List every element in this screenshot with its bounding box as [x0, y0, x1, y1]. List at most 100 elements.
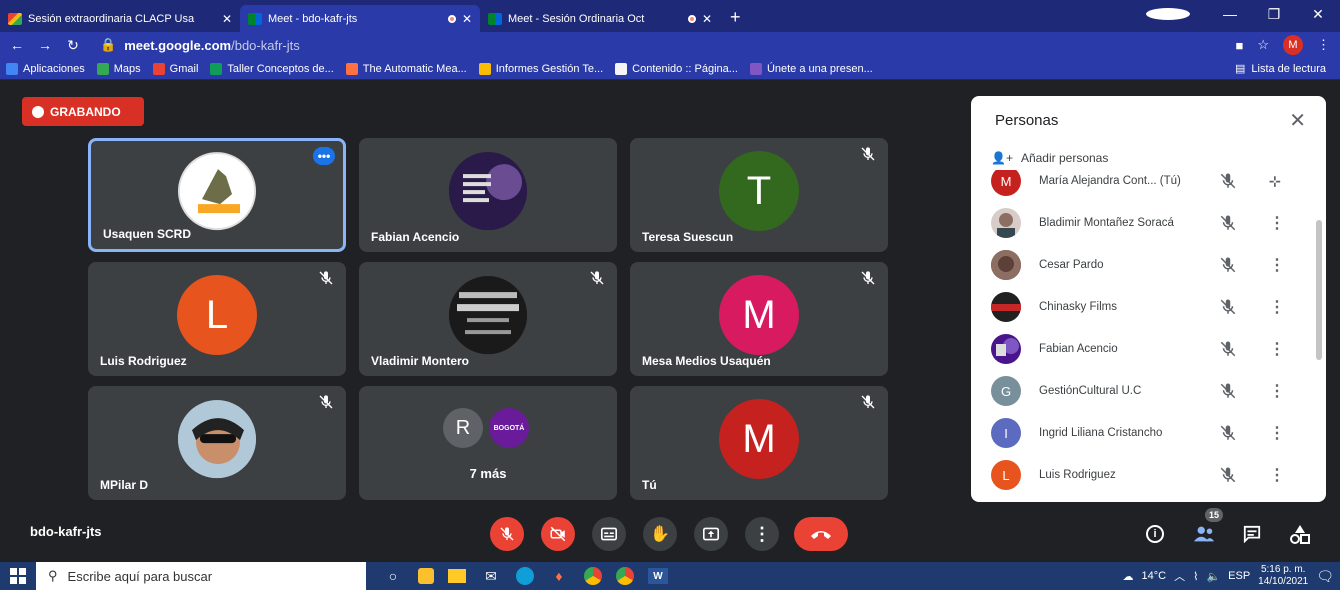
- pin-icon[interactable]: ⊹: [1269, 173, 1281, 190]
- self-video-tile[interactable]: M Tú: [630, 386, 888, 500]
- list-item[interactable]: Bladimir Montañez Soracá ⋮: [971, 202, 1311, 244]
- tab-clacp[interactable]: Sesión extraordinaria CLACP Usa ✕: [0, 5, 240, 32]
- reading-list-button[interactable]: ▤ Lista de lectura: [1235, 62, 1326, 76]
- participant-name: MPilar D: [100, 478, 149, 492]
- forward-icon[interactable]: →: [34, 37, 56, 53]
- weather-icon[interactable]: ☁: [1122, 570, 1133, 583]
- drive-icon: [478, 62, 491, 75]
- list-item[interactable]: Fabian Acencio ⋮: [971, 328, 1311, 370]
- edge-icon[interactable]: [516, 567, 534, 585]
- more-options-icon[interactable]: ⋮: [1269, 339, 1285, 359]
- chrome-icon[interactable]: [584, 567, 602, 585]
- profile-icon[interactable]: [1146, 8, 1190, 20]
- store-icon[interactable]: [418, 568, 434, 584]
- bookmark-informes[interactable]: Informes Gestión Te...: [478, 62, 603, 75]
- chat-button[interactable]: [1238, 520, 1266, 548]
- participant-name: Vladimir Montero: [371, 354, 470, 368]
- more-options-button[interactable]: ⋮: [745, 517, 779, 551]
- list-item[interactable]: Cesar Pardo ⋮: [971, 244, 1311, 286]
- close-window-button[interactable]: ✕: [1296, 6, 1340, 23]
- video-tile[interactable]: ••• Usaquen SCRD: [88, 138, 346, 252]
- bookmark-contenido[interactable]: Contenido :: Página...: [615, 62, 738, 75]
- mic-toggle-button[interactable]: [490, 517, 524, 551]
- tab-meet-bdo[interactable]: Meet - bdo-kafr-jts ✕: [240, 5, 480, 32]
- link-icon: [345, 62, 358, 75]
- present-button[interactable]: [694, 517, 728, 551]
- video-tile[interactable]: Vladimir Montero: [359, 262, 617, 376]
- star-icon[interactable]: ☆: [1257, 37, 1269, 53]
- video-tile[interactable]: Fabian Acencio: [359, 138, 617, 252]
- reload-icon[interactable]: ↻: [62, 37, 84, 54]
- bookmark-automatic[interactable]: The Automatic Mea...: [345, 62, 467, 75]
- taskbar-search[interactable]: ⚲ Escribe aquí para buscar: [36, 562, 366, 590]
- url-field[interactable]: 🔒 meet.google.com/bdo-kafr-jts: [100, 37, 300, 53]
- notifications-icon[interactable]: 🗨: [1316, 568, 1334, 585]
- app-icon[interactable]: ♦: [548, 565, 570, 587]
- camera-icon[interactable]: ■: [1235, 38, 1243, 53]
- volume-icon[interactable]: 🔈: [1206, 570, 1220, 583]
- more-options-icon[interactable]: ⋮: [1269, 213, 1285, 233]
- video-tile[interactable]: L Luis Rodriguez: [88, 262, 346, 376]
- word-icon[interactable]: W: [648, 568, 668, 584]
- scrollbar[interactable]: [1316, 220, 1322, 360]
- network-icon[interactable]: ⌇: [1193, 570, 1198, 583]
- raise-hand-button[interactable]: ✋: [643, 517, 677, 551]
- more-options-icon[interactable]: ⋮: [1269, 297, 1285, 317]
- mail-icon[interactable]: ✉: [480, 565, 502, 587]
- clock[interactable]: 5:16 p. m. 14/10/2021: [1258, 564, 1308, 588]
- list-item[interactable]: Chinasky Films ⋮: [971, 286, 1311, 328]
- chevron-up-icon[interactable]: ︿: [1174, 568, 1185, 584]
- tab-meet-ordinaria[interactable]: Meet - Sesión Ordinaria Oct ✕: [480, 5, 720, 32]
- camera-toggle-button[interactable]: [541, 517, 575, 551]
- bookmark-unete[interactable]: Únete a una presen...: [749, 62, 873, 75]
- hand-icon: ✋: [650, 526, 670, 543]
- captions-button[interactable]: [592, 517, 626, 551]
- close-icon[interactable]: ✕: [462, 12, 472, 26]
- video-tile[interactable]: MPilar D: [88, 386, 346, 500]
- list-item[interactable]: M María Alejandra Cont... (Tú) ⊹: [971, 170, 1311, 202]
- restore-button[interactable]: ❐: [1252, 6, 1296, 23]
- more-options-icon[interactable]: ⋮: [1269, 255, 1285, 275]
- bookmark-aplicaciones[interactable]: Aplicaciones: [6, 62, 85, 75]
- avatar: [991, 208, 1021, 238]
- more-options-icon[interactable]: ⋮: [1269, 423, 1285, 443]
- more-options-icon[interactable]: ⋮: [1269, 465, 1285, 485]
- more-participants-tile[interactable]: R BOGOTÁ 7 más: [359, 386, 617, 500]
- video-tile[interactable]: M Mesa Medios Usaquén: [630, 262, 888, 376]
- leave-call-button[interactable]: [794, 517, 848, 551]
- close-icon[interactable]: ✕: [702, 12, 712, 26]
- list-item[interactable]: G GestiónCultural U.C ⋮: [971, 370, 1311, 412]
- menu-icon[interactable]: ⋮: [1317, 37, 1330, 53]
- chrome-profile-icon[interactable]: [616, 567, 634, 585]
- participant-name: Luis Rodriguez: [100, 354, 187, 368]
- list-item[interactable]: I Ingrid Liliana Cristancho ⋮: [971, 412, 1311, 454]
- add-people-button[interactable]: 👤+ Añadir personas: [991, 151, 1108, 165]
- close-icon[interactable]: ✕: [222, 12, 232, 26]
- mic-off-icon: [499, 526, 515, 542]
- people-button[interactable]: [1190, 520, 1218, 548]
- file-explorer-icon[interactable]: [448, 569, 466, 583]
- video-tile[interactable]: T Teresa Suescun: [630, 138, 888, 252]
- record-dot-icon: [32, 105, 44, 118]
- url-path: /bdo-kafr-jts: [231, 37, 300, 53]
- task-view-icon[interactable]: ○: [382, 565, 404, 587]
- list-item[interactable]: L Luis Rodriguez ⋮: [971, 454, 1311, 496]
- start-button[interactable]: [0, 568, 36, 584]
- meeting-details-button[interactable]: i: [1141, 520, 1169, 548]
- weather-temp[interactable]: 14°C: [1141, 570, 1166, 582]
- back-icon[interactable]: ←: [6, 37, 28, 53]
- bookmark-gmail[interactable]: Gmail: [152, 62, 198, 75]
- participant-name: Cesar Pardo: [1039, 259, 1104, 271]
- more-options-icon[interactable]: ⋮: [1269, 381, 1285, 401]
- avatar: M: [991, 170, 1021, 196]
- language-indicator[interactable]: ESP: [1228, 570, 1250, 582]
- activities-button[interactable]: [1286, 520, 1314, 548]
- close-icon[interactable]: ✕: [1289, 108, 1306, 133]
- minimize-button[interactable]: —: [1208, 6, 1252, 22]
- profile-avatar[interactable]: M: [1283, 35, 1303, 55]
- new-tab-button[interactable]: +: [720, 7, 751, 32]
- more-options-icon[interactable]: •••: [313, 147, 335, 165]
- participant-name: Chinasky Films: [1039, 301, 1117, 313]
- bookmark-maps[interactable]: Maps: [96, 62, 141, 75]
- bookmark-taller[interactable]: Taller Conceptos de...: [210, 62, 334, 75]
